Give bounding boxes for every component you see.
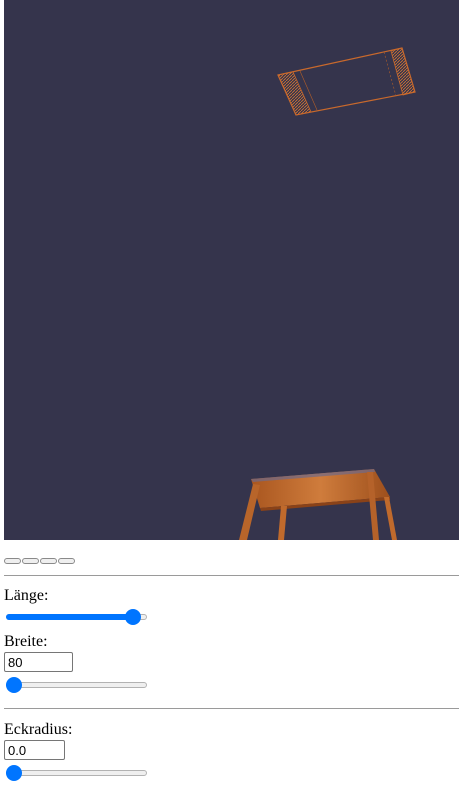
view-buttons [4,558,76,564]
view-button-3[interactable] [40,558,57,564]
laenge-label: Länge: [4,587,49,604]
slider-track [6,770,147,776]
separator [4,708,459,709]
breite-slider[interactable] [6,677,147,693]
view-button-4[interactable] [58,558,75,564]
table-model [239,469,397,540]
scene-canvas[interactable] [4,0,459,540]
breite-input[interactable] [4,652,73,672]
slider-thumb[interactable] [6,677,22,693]
slider-track [6,682,147,688]
eckradius-label: Eckradius: [4,721,73,738]
slider-thumb[interactable] [124,609,141,625]
slider-thumb[interactable] [6,765,22,781]
breite-label: Breite: [4,633,48,650]
3d-viewport[interactable] [4,0,459,540]
view-button-1[interactable] [4,558,21,564]
eckradius-slider[interactable] [6,765,147,781]
eckradius-input[interactable] [4,740,65,760]
table-reflection [277,47,416,116]
laenge-slider[interactable] [6,609,147,625]
slider-fill [6,614,133,620]
view-button-2[interactable] [22,558,39,564]
separator [4,575,459,576]
